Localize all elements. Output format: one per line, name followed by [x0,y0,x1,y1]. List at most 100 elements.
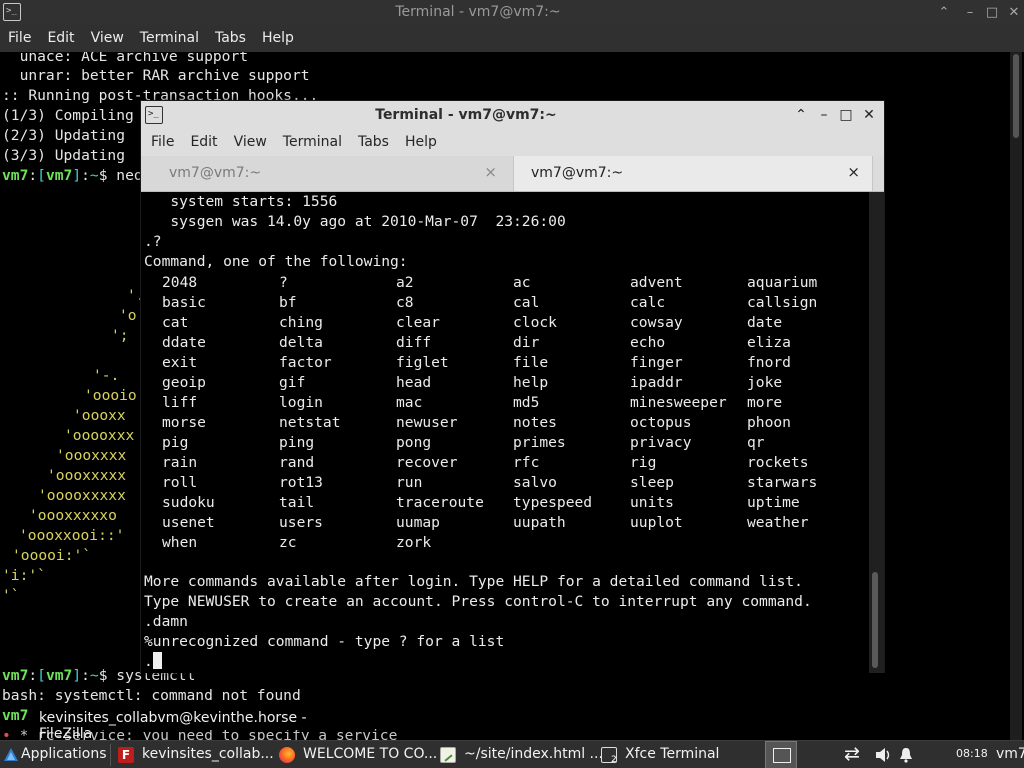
menu-help[interactable]: Help [262,25,294,46]
ascii-art-line: 'ooooxxxxx [38,487,126,504]
command-name: ipaddr [630,374,683,391]
bg-window-titlebar[interactable]: >_ Terminal - vm7@vm7:~ ⌃ – □ ✕ [0,0,1024,25]
command-name: login [279,394,323,411]
command-name: cal [513,294,540,311]
command-name: date [747,314,783,331]
menu-terminal[interactable]: Terminal [283,129,342,150]
tab-vm7-2[interactable]: vm7@vm7:~ × [513,156,873,191]
fg-scrollbar[interactable] [869,192,884,673]
close-tab-icon[interactable]: × [484,163,497,181]
maximize-up-icon[interactable]: ⌃ [934,3,954,23]
task-filezilla[interactable]: F kevinsites_collab... [114,741,274,768]
ascii-art-line: 'oooio [84,387,137,404]
command-name: roll [162,474,198,491]
task-text-editor[interactable]: ~/site/index.html ... [436,741,603,768]
scrollbar-thumb[interactable] [1013,54,1019,138]
close-button[interactable]: ✕ [859,105,879,125]
menu-edit[interactable]: Edit [47,25,74,46]
command-name: usenet [162,514,215,531]
output-line: .? [144,233,162,250]
user-menu[interactable]: vm7 [994,741,1024,768]
menu-terminal[interactable]: Terminal [140,25,199,46]
command-name: netstat [279,414,341,431]
network-icon[interactable]: ⇄ [842,741,868,768]
bg-scrollbar[interactable] [1010,52,1022,740]
menu-view[interactable]: View [234,129,267,150]
command-name: dir [513,334,540,351]
command-name: octopus [630,414,692,431]
menu-edit[interactable]: Edit [190,129,217,150]
fg-terminal-window: >_ Terminal - vm7@vm7:~ ⌃ – □ ✕ File Edit… [140,100,885,673]
command-name: newuser [396,414,458,431]
command-name: delta [279,334,323,351]
ascii-art-line: 'oooxxxxx [47,467,127,484]
ascii-art-line: '-. [93,367,120,384]
output-line: (1/3) Compiling [2,107,134,124]
separator [110,744,111,766]
minimize-button[interactable]: – [814,105,834,125]
task-xfce-terminal[interactable]: 2 Xfce Terminal [598,741,760,768]
ascii-art-line: '; [111,327,129,344]
command-name: eliza [747,334,791,351]
ascii-art-line: 'o [119,307,137,324]
command-name: geoip [162,374,206,391]
close-tab-icon[interactable]: × [847,163,860,181]
tab-vm7-1[interactable]: vm7@vm7:~ × [141,156,513,191]
command-name: calc [630,294,666,311]
menu-tabs[interactable]: Tabs [215,25,246,46]
menu-help[interactable]: Help [405,129,437,150]
output-line: (2/3) Updating [2,127,126,144]
command-name: weather [747,514,809,531]
applications-menu-button[interactable]: Applications [0,741,110,768]
tab-label: vm7@vm7:~ [531,165,624,181]
notifications-icon[interactable] [896,741,916,768]
maximize-button[interactable]: □ [982,3,1002,23]
volume-icon[interactable] [872,741,894,768]
fg-window-titlebar[interactable]: >_ Terminal - vm7@vm7:~ ⌃ – □ ✕ [141,101,884,129]
workspace-terminal-icon [773,748,791,763]
command-name: ? [279,274,288,291]
menu-file[interactable]: File [8,25,31,46]
ascii-art-line: 'i:'` [2,567,46,584]
command-name: ac [513,274,531,291]
menu-view[interactable]: View [91,25,124,46]
ascii-art-line: 'oooxxxx [56,447,127,464]
menu-file[interactable]: File [151,129,174,150]
output-line: system starts: 1556 [144,193,338,210]
output-line: Type NEWUSER to create an account. Press… [144,593,812,610]
clock[interactable]: 08:18 [950,741,990,768]
command-name: echo [630,334,666,351]
input-line[interactable]: . [144,652,162,672]
command-name: users [279,514,323,531]
task-count-badge: 2 [611,755,617,765]
command-name: exit [162,354,198,371]
bg-window-title: Terminal - vm7@vm7:~ [395,4,561,20]
command-name: figlet [396,354,449,371]
task-label: WELCOME TO CO... [303,746,438,762]
applications-menu-icon [4,748,18,761]
minimize-button[interactable]: – [960,3,980,23]
fg-terminal-output[interactable]: system starts: 1556 sysgen was 14.0y ago… [141,192,869,673]
command-name: c8 [396,294,414,311]
maximize-button[interactable]: □ [836,105,856,125]
command-name: 2048 [162,274,198,291]
error-line: bash: systemctl: command not found [2,687,301,704]
tab-label: vm7@vm7:~ [169,165,262,181]
command-name: clock [513,314,557,331]
command-name: rain [162,454,198,471]
workspace-switcher[interactable] [765,741,797,768]
maximize-up-icon[interactable]: ⌃ [791,105,811,125]
menu-tabs[interactable]: Tabs [358,129,389,150]
output-line: sysgen was 14.0y ago at 2010-Mar-07 23:2… [144,213,566,230]
command-name: rand [279,454,315,471]
scrollbar-thumb[interactable] [872,572,878,668]
command-name: md5 [513,394,540,411]
task-label: Xfce Terminal [625,746,720,762]
task-firefox[interactable]: WELCOME TO CO... [276,741,438,768]
taskbar-tooltip: kevinsites_collabvm@kevinthe.horse - Fil… [30,708,360,742]
command-name: callsign [747,294,818,311]
command-name: qr [747,434,765,451]
command-name: when [162,534,198,551]
command-name: pig [162,434,189,451]
close-button[interactable]: ✕ [1004,3,1024,23]
